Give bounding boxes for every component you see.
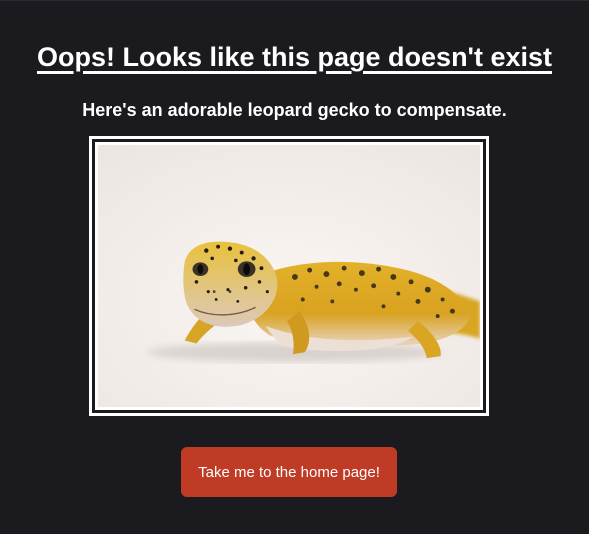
page-title: Oops! Looks like this page doesn't exist <box>0 41 589 73</box>
gecko-illustration <box>98 145 480 407</box>
page-title-text: Oops! Looks like this page doesn't exist <box>36 42 553 72</box>
gecko-photo-frame <box>89 136 489 416</box>
gecko-photo <box>95 142 483 410</box>
page-subtitle: Here's an adorable leopard gecko to comp… <box>82 100 507 120</box>
home-button[interactable]: Take me to the home page! <box>181 447 397 497</box>
not-found-page: Oops! Looks like this page doesn't exist… <box>0 0 589 534</box>
